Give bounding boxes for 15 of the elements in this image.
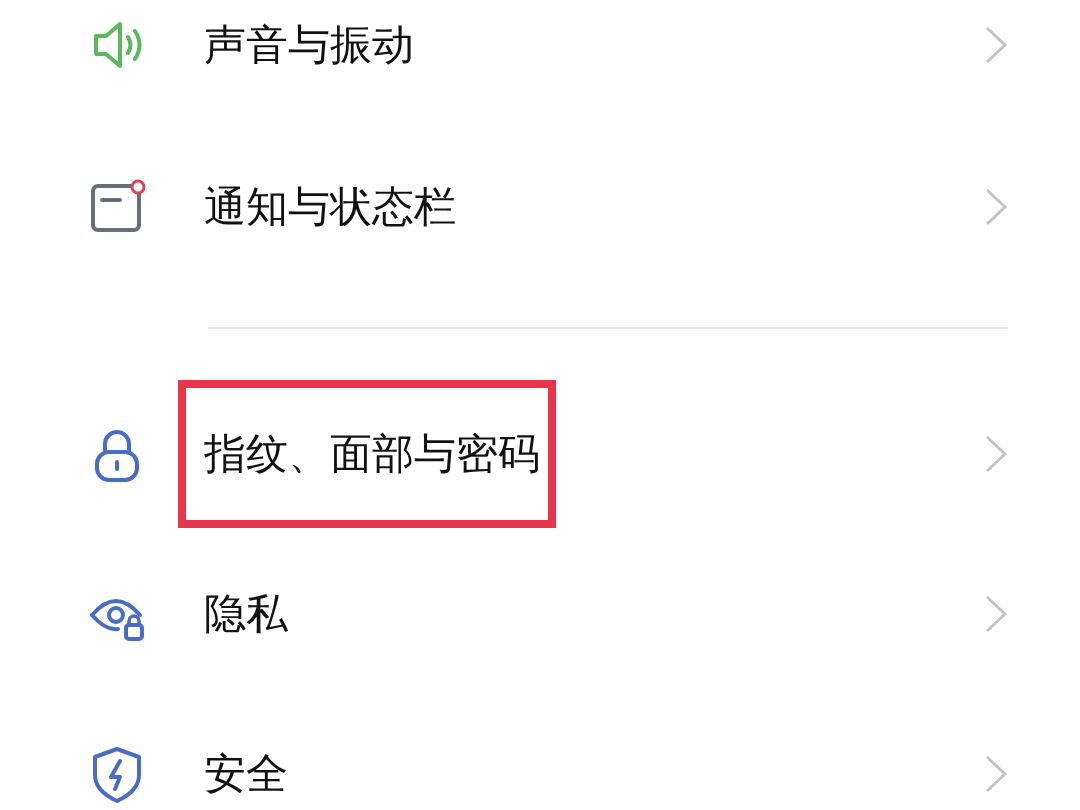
settings-item[interactable]: 通知与状态栏	[0, 126, 1080, 288]
chevron-icon	[984, 187, 1008, 227]
settings-item-label: 安全	[203, 748, 289, 800]
chevron-icon	[984, 754, 1008, 794]
settings-item[interactable]: 安全	[0, 694, 1080, 810]
settings-item[interactable]: 声音与振动	[0, 0, 1080, 126]
settings-item-label: 声音与振动	[203, 19, 415, 71]
chevron-icon	[984, 434, 1008, 474]
chevron-icon	[984, 594, 1008, 634]
settings-item-label: 通知与状态栏	[203, 181, 457, 233]
settings-item[interactable]: 指纹、面部与密码	[0, 374, 1080, 534]
chevron-icon	[984, 25, 1008, 65]
settings-item[interactable]: 隐私	[0, 534, 1080, 694]
settings-item-label: 隐私	[203, 588, 289, 640]
settings-item-label: 指纹、面部与密码	[178, 380, 556, 528]
